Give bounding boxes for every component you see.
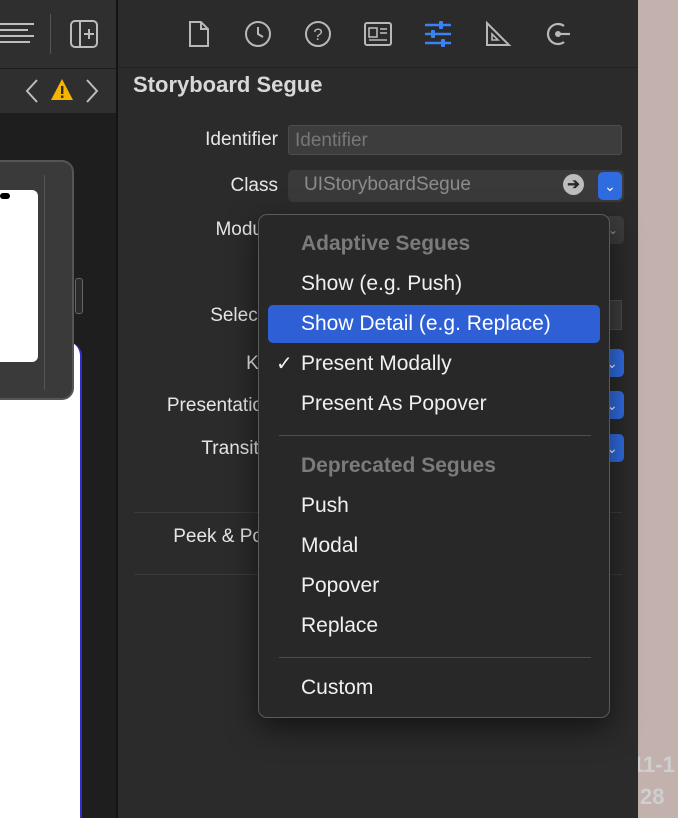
menu-item-label: Popover bbox=[301, 574, 380, 597]
list-lines-icon[interactable] bbox=[0, 20, 36, 46]
menu-header-deprecated: Deprecated Segues bbox=[301, 454, 496, 477]
class-label: Class bbox=[230, 175, 278, 196]
chevron-right-icon[interactable] bbox=[84, 78, 100, 104]
kind-label: Ki bbox=[246, 353, 263, 374]
menu-item-present-as-popover[interactable]: Present As Popover bbox=[268, 385, 600, 423]
attributes-icon[interactable] bbox=[424, 20, 452, 48]
toolbar-divider bbox=[50, 14, 51, 54]
tab-bar-divider bbox=[118, 67, 638, 68]
transition-label: Transiti bbox=[201, 438, 263, 459]
help-icon[interactable]: ? bbox=[304, 20, 332, 48]
desktop-background bbox=[638, 0, 678, 818]
scene-view[interactable] bbox=[0, 342, 82, 818]
go-to-class-icon[interactable]: ➔ bbox=[563, 174, 584, 195]
menu-item-push[interactable]: Push bbox=[268, 487, 600, 525]
menu-item-label: Show Detail (e.g. Replace) bbox=[301, 312, 551, 335]
peek-pop-label: Peek & Po bbox=[173, 526, 263, 547]
checkmark-icon: ✓ bbox=[276, 353, 293, 375]
size-icon[interactable] bbox=[484, 20, 512, 48]
menu-item-present-modally[interactable]: ✓ Present Modally bbox=[268, 345, 600, 383]
menu-item-popover[interactable]: Popover bbox=[268, 567, 600, 605]
connections-icon[interactable] bbox=[544, 20, 572, 48]
menu-separator bbox=[279, 657, 591, 658]
menu-item-replace[interactable]: Replace bbox=[268, 607, 600, 645]
menu-item-label: Push bbox=[301, 494, 349, 517]
desktop-date-line1: 11-1 bbox=[632, 752, 675, 777]
menu-item-label: Present As Popover bbox=[301, 392, 487, 415]
menu-item-label: Show (e.g. Push) bbox=[301, 272, 463, 295]
menu-item-label: Custom bbox=[301, 676, 374, 699]
menu-item-label: Present Modally bbox=[301, 352, 452, 375]
menu-item-show-detail[interactable]: Show Detail (e.g. Replace) bbox=[268, 305, 600, 343]
menu-separator bbox=[279, 435, 591, 436]
resize-handle[interactable] bbox=[75, 278, 83, 314]
menu-item-label: Modal bbox=[301, 534, 359, 557]
menu-header-adaptive: Adaptive Segues bbox=[301, 232, 471, 255]
menu-item-custom[interactable]: Custom bbox=[268, 669, 600, 707]
svg-text:?: ? bbox=[313, 25, 322, 44]
add-editor-icon[interactable] bbox=[70, 20, 98, 48]
section-title: Storyboard Segue bbox=[133, 72, 323, 97]
presentation-label: Presentatio bbox=[166, 395, 263, 416]
device-screen[interactable] bbox=[0, 190, 38, 362]
menu-item-label: Replace bbox=[301, 614, 379, 637]
desktop-date-line2: 28 bbox=[640, 784, 665, 809]
identifier-label: Identifier bbox=[205, 129, 278, 150]
segue-kind-menu: Adaptive Segues Show (e.g. Push) Show De… bbox=[258, 214, 610, 718]
chevron-left-icon[interactable] bbox=[24, 78, 40, 104]
menu-item-show[interactable]: Show (e.g. Push) bbox=[268, 265, 600, 303]
device-notch bbox=[0, 193, 10, 199]
file-icon[interactable] bbox=[188, 20, 210, 48]
module-label: Modu bbox=[215, 219, 263, 240]
selector-label: Select bbox=[210, 305, 263, 326]
warning-icon[interactable] bbox=[50, 78, 74, 102]
identity-icon[interactable] bbox=[364, 22, 392, 46]
frame-edge bbox=[44, 175, 45, 390]
history-icon[interactable] bbox=[244, 20, 272, 48]
menu-item-modal[interactable]: Modal bbox=[268, 527, 600, 565]
class-dropdown-button[interactable]: ⌄ bbox=[598, 172, 622, 200]
identifier-field[interactable]: Identifier bbox=[288, 125, 622, 155]
